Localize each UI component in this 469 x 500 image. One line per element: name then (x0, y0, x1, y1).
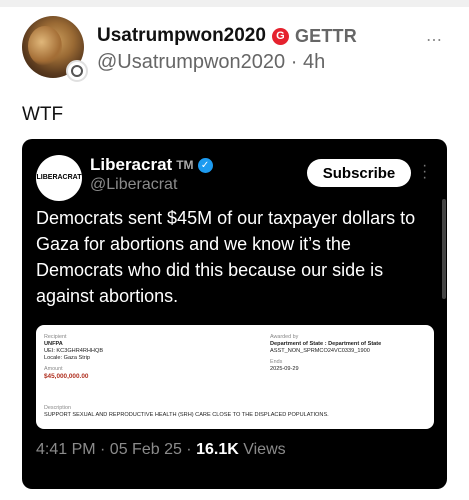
verified-icon: ✓ (197, 157, 213, 173)
gettr-logo-icon: G (271, 27, 289, 45)
subscribe-button[interactable]: Subscribe (307, 159, 411, 187)
recipient-value: UNFPA (44, 341, 63, 347)
embed-handle[interactable]: @Liberacrat (90, 176, 177, 194)
embed-tweet-text: Democrats sent $45M of our taxpayer doll… (36, 208, 416, 306)
post-time: 4h (302, 51, 326, 73)
author-name-row: Usatrumpwon2020 G GETTR (97, 25, 357, 47)
award-card-right: Awarded by Department of State : Departm… (270, 334, 430, 373)
views-count: 16.1K (196, 441, 239, 458)
recipient-label: Recipient (44, 334, 67, 340)
description-label: Description (44, 405, 71, 411)
embed-avatar-logo: LIBERACRAT (36, 174, 82, 181)
amount-value: $45,000,000.00 (44, 373, 89, 380)
views-label: Views (238, 441, 286, 458)
author-display-name[interactable]: Usatrumpwon2020 (97, 25, 266, 47)
uei-value: UEI: KC3GHR4RHHQB (44, 348, 104, 354)
award-card-image: Recipient UNFPA UEI: KC3GHR4RHHQB Locale… (36, 325, 434, 429)
awarded-by-label: Awarded by (270, 334, 299, 340)
author-handle-row: @Usatrumpwon2020 · 4h (97, 51, 325, 74)
embed-name-row: Liberacrat TM ✓ (90, 155, 213, 175)
award-card-left: Recipient UNFPA UEI: KC3GHR4RHHQB Locale… (44, 334, 264, 381)
embed-display-name[interactable]: Liberacrat (90, 155, 172, 175)
amount-label: Amount (44, 366, 63, 372)
embed-more-icon[interactable]: · · · (422, 158, 427, 186)
avatar-badge-icon (66, 60, 88, 82)
award-card-description: Description SUPPORT SEXUAL AND REPRODUCT… (44, 405, 428, 419)
platform-label: GETTR (294, 25, 357, 46)
ends-value: 2025-09-29 (270, 366, 299, 372)
embedded-tweet[interactable]: LIBERACRAT Liberacrat TM ✓ @Liberacrat S… (22, 139, 447, 489)
ends-label: Ends (270, 359, 283, 365)
author-handle[interactable]: @Usatrumpwon2020 (97, 51, 285, 73)
scrollbar[interactable] (442, 199, 446, 299)
more-options-icon[interactable]: ⋯ (426, 30, 443, 50)
top-strip (0, 0, 469, 7)
award-id-value: ASST_NON_SPRMCO24VC0339_1900 (270, 348, 370, 354)
separator-dot: · (290, 51, 303, 73)
embed-timestamp[interactable]: 4:41 PM · 05 Feb 25 · (36, 441, 196, 458)
description-value: SUPPORT SEXUAL AND REPRODUCTIVE HEALTH (… (44, 412, 329, 418)
embed-meta-row: 4:41 PM · 05 Feb 25 · 16.1K Views (36, 441, 286, 459)
post-text: WTF (22, 104, 64, 125)
embed-tm-mark: TM (176, 158, 194, 172)
locale-value: Locale: Gaza Strip (44, 355, 91, 361)
embed-avatar[interactable]: LIBERACRAT (36, 155, 82, 201)
awarded-by-value: Department of State : Department of Stat… (270, 341, 382, 347)
